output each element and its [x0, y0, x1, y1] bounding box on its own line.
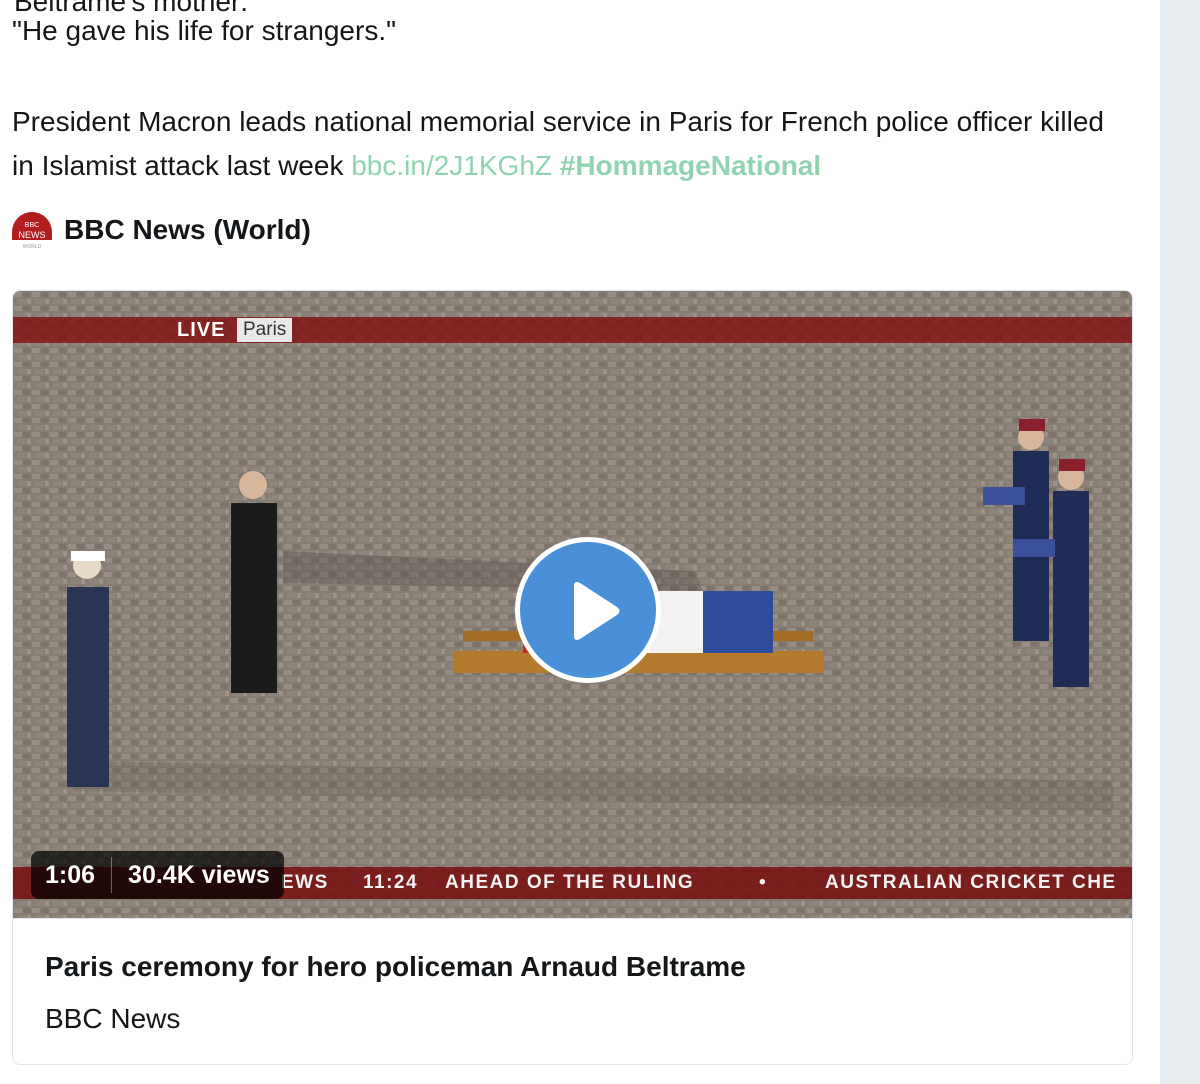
play-icon: [574, 582, 620, 640]
tweet-text-body: President Macron leads national memorial…: [12, 106, 1104, 181]
ticker-time: 11:24: [363, 872, 419, 893]
tweet-hashtag[interactable]: #HommageNational: [560, 150, 821, 181]
card-footer[interactable]: Paris ceremony for hero policeman Arnaud…: [13, 918, 1132, 1064]
video-duration: 1:06: [45, 860, 96, 889]
live-label: LIVE: [177, 319, 226, 341]
bbc-news-logo: BBC NEWS WORLD: [10, 210, 54, 250]
ticker-brand: EWS: [281, 872, 329, 893]
source-attribution[interactable]: BBC NEWS WORLD BBC News (World): [10, 208, 311, 252]
tweet-link[interactable]: bbc.in/2J1KGhZ: [351, 150, 552, 181]
card-title[interactable]: Paris ceremony for hero policeman Arnaud…: [45, 951, 746, 983]
video-player[interactable]: LIVE Paris EWS 11:24 AHEAD OF THE RULING…: [13, 291, 1132, 918]
card-domain: BBC News: [45, 1003, 181, 1034]
stats-divider: [111, 857, 113, 893]
logo-text-bottom: WORLD: [23, 244, 42, 250]
right-rail: [1160, 0, 1200, 1084]
ticker-bullet: •: [759, 872, 768, 893]
video-stats-badge: 1:06 30.4K views: [31, 851, 284, 899]
video-views: 30.4K views: [128, 860, 270, 889]
logo-text-mid: NEWS: [19, 230, 46, 240]
location-label: Paris: [237, 318, 293, 342]
link-card[interactable]: LIVE Paris EWS 11:24 AHEAD OF THE RULING…: [12, 290, 1133, 1065]
source-name[interactable]: BBC News (World): [64, 214, 311, 246]
logo-text-top: BBC: [25, 222, 39, 229]
tweet-quote: "He gave his life for strangers.": [12, 15, 397, 46]
ticker-next-headline: AUSTRALIAN CRICKET CHE: [825, 872, 1117, 893]
ticker-headline: AHEAD OF THE RULING: [445, 872, 695, 893]
tweet-text: President Macron leads national memorial…: [12, 100, 1132, 188]
play-button[interactable]: [515, 537, 661, 683]
